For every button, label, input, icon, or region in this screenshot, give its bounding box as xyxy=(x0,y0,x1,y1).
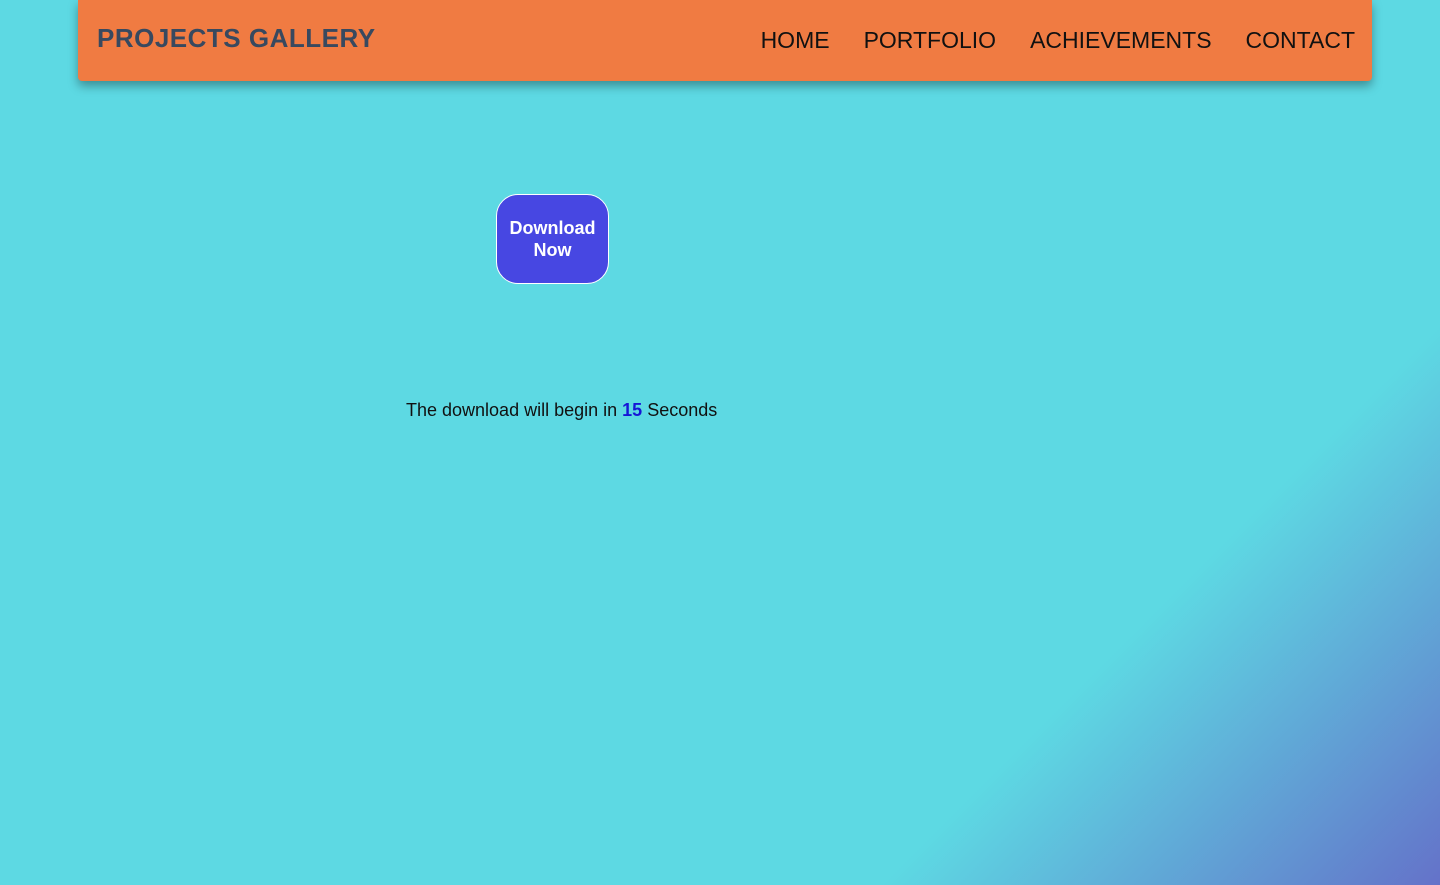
nav-link-portfolio[interactable]: PORTFOLIO xyxy=(864,27,997,54)
nav-link-achievements[interactable]: ACHIEVEMENTS xyxy=(1030,27,1211,54)
nav-links: HOME PORTFOLIO ACHIEVEMENTS CONTACT xyxy=(761,27,1355,54)
countdown-seconds: 15 xyxy=(622,400,643,420)
download-countdown: The download will begin in 15 Seconds xyxy=(406,400,717,421)
nav-link-contact[interactable]: CONTACT xyxy=(1246,27,1355,54)
countdown-prefix: The download will begin in xyxy=(406,400,618,420)
navbar: PROJECTS GALLERY HOME PORTFOLIO ACHIEVEM… xyxy=(78,0,1372,81)
nav-link-home[interactable]: HOME xyxy=(761,27,830,54)
download-now-button[interactable]: Download Now xyxy=(496,194,609,284)
site-brand[interactable]: PROJECTS GALLERY xyxy=(97,23,376,54)
countdown-suffix: Seconds xyxy=(647,400,718,420)
